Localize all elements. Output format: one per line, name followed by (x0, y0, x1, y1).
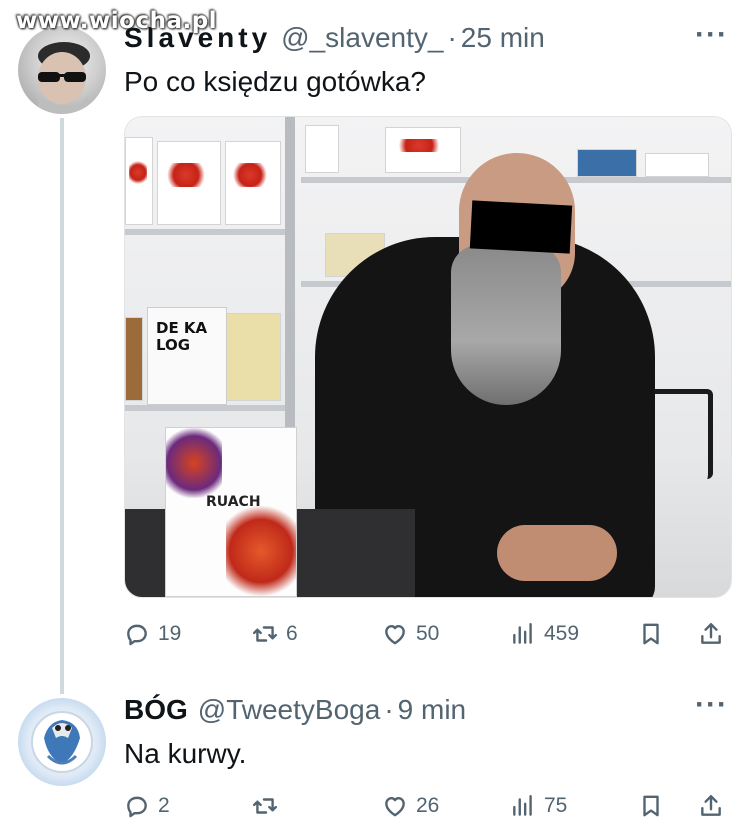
tweet-actions: 19 6 50 459 (124, 614, 732, 654)
reply-count: 19 (158, 622, 182, 645)
user-handle[interactable]: @_slaventy_ (281, 22, 443, 54)
avatar[interactable] (18, 698, 106, 786)
cover-paint-splash (166, 428, 222, 498)
avatar[interactable] (18, 26, 106, 114)
views-icon (513, 795, 532, 816)
photo-person-hands (497, 525, 617, 581)
bookmark-button[interactable] (638, 614, 664, 654)
timestamp[interactable]: 25 min (461, 22, 545, 54)
bookmark-icon (643, 795, 659, 817)
display-name[interactable]: BÓG (124, 694, 188, 726)
separator-dot: · (384, 694, 394, 725)
photo-book (577, 149, 637, 177)
photo-book-dekalog: DE KA LOG (147, 307, 227, 405)
user-handle[interactable]: @TweetyBoga (198, 694, 381, 726)
photo-book (645, 153, 709, 177)
views-count: 459 (544, 622, 580, 645)
bookmark-button[interactable] (638, 786, 664, 826)
repost-button[interactable] (252, 786, 286, 826)
photo-book (305, 125, 339, 173)
repost-count: 6 (286, 622, 298, 645)
reply-count: 2 (158, 794, 170, 817)
like-icon (385, 797, 405, 817)
photo-book (385, 127, 461, 173)
reply-button[interactable]: 2 (124, 786, 170, 826)
share-icon (701, 623, 721, 644)
share-button[interactable] (698, 786, 724, 826)
photo-book (125, 317, 143, 401)
like-icon (385, 625, 405, 645)
photo-book (225, 141, 281, 225)
photo-shelf (125, 229, 285, 235)
repost-button[interactable]: 6 (252, 614, 298, 654)
more-icon[interactable]: ··· (695, 688, 728, 722)
share-icon (701, 795, 721, 816)
photo-book-ruach: RUACH (165, 427, 297, 597)
photo-shelf (125, 405, 285, 411)
photo-book (157, 141, 221, 225)
views-icon (513, 623, 532, 644)
timestamp[interactable]: 9 min (398, 694, 466, 726)
views-button[interactable]: 75 (510, 786, 567, 826)
reply-icon (127, 624, 147, 646)
share-button[interactable] (698, 614, 724, 654)
reply-button[interactable]: 19 (124, 614, 181, 654)
views-button[interactable]: 459 (510, 614, 579, 654)
reply-icon (127, 796, 147, 818)
photo-book (125, 137, 153, 225)
separator-dot: · (447, 22, 457, 53)
repost-icon (252, 626, 278, 642)
site-watermark: www.wiocha.pl (16, 8, 218, 34)
photo-book (225, 313, 281, 401)
bookmark-icon (643, 623, 659, 645)
tweet-actions: 2 26 75 (124, 786, 732, 826)
thread-connector-line (60, 118, 64, 694)
cover-paint-splash (226, 506, 296, 596)
tweet-text: Na kurwy. (124, 738, 247, 769)
more-icon[interactable]: ··· (695, 18, 728, 52)
cover-title: RUACH (206, 494, 261, 510)
like-button[interactable]: 26 (382, 786, 439, 826)
views-count: 75 (544, 794, 568, 817)
like-count: 26 (416, 794, 440, 817)
tweet-header: BÓG @TweetyBoga · 9 min (124, 694, 466, 726)
tweet-photo[interactable]: DE KA LOG RUACH (124, 116, 732, 598)
like-button[interactable]: 50 (382, 614, 439, 654)
photo-person-beard (451, 245, 561, 405)
like-count: 50 (416, 622, 440, 645)
tweet-text: Po co księdzu gotówka? (124, 66, 426, 97)
repost-icon (252, 798, 278, 814)
censor-bar (469, 200, 573, 254)
